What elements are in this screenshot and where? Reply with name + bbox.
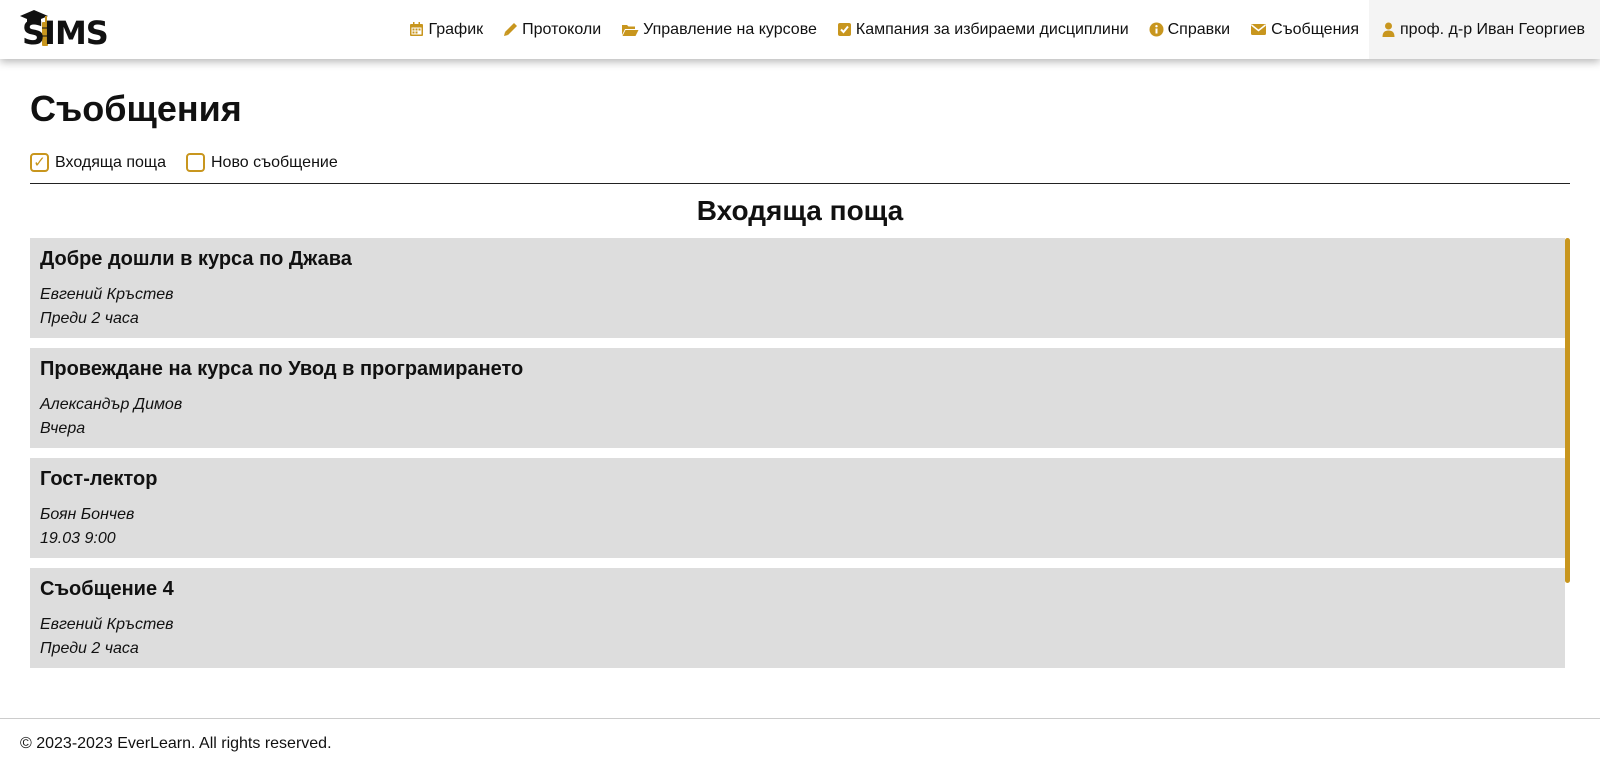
nav-item-course-management[interactable]: Управление на курсове bbox=[611, 0, 827, 59]
tab-new-message[interactable]: Ново съобщение bbox=[186, 153, 338, 172]
info-icon bbox=[1149, 22, 1164, 37]
nav-item-label: Управление на курсове bbox=[643, 20, 817, 38]
message-item[interactable]: Гост-лектор Боян Бончев 19.03 9:00 bbox=[30, 458, 1565, 558]
message-sender: Александър Димов bbox=[40, 396, 183, 413]
message-title: Гост-лектор bbox=[40, 468, 158, 490]
message-list: Добре дошли в курса по Джава Евгений Кръ… bbox=[30, 238, 1570, 668]
checked-checkbox-icon[interactable]: ✓ bbox=[30, 153, 49, 172]
tab-inbox[interactable]: ✓ Входяща поща bbox=[30, 153, 166, 172]
message-time: 19.03 9:00 bbox=[40, 530, 116, 547]
nav-item-reports[interactable]: Справки bbox=[1139, 0, 1240, 59]
nav-item-electives-campaign[interactable]: Кампания за избираеми дисциплини bbox=[827, 0, 1139, 59]
message-sender: Боян Бончев bbox=[40, 506, 135, 523]
section-title: Входяща поща bbox=[696, 195, 904, 226]
user-icon bbox=[1381, 22, 1396, 37]
sims-logo[interactable]: SIMS bbox=[18, 6, 118, 52]
top-navbar: SIMS График Протоколи Управление на курс… bbox=[0, 0, 1600, 59]
page-title: Съобщения bbox=[30, 88, 242, 129]
message-title: Провеждане на курса по Увод в програмира… bbox=[40, 358, 524, 380]
message-time: Вчера bbox=[40, 420, 86, 437]
message-time: Преди 2 часа bbox=[40, 640, 139, 657]
scrollbar-thumb[interactable] bbox=[1565, 238, 1570, 583]
nav-item-protocols[interactable]: Протоколи bbox=[493, 0, 611, 59]
nav-item-label: Кампания за избираеми дисциплини bbox=[855, 20, 1129, 38]
pencil-icon bbox=[503, 22, 518, 37]
footer: © 2023-2023 EverLearn. All rights reserv… bbox=[0, 718, 1600, 767]
nav-item-label: Съобщения bbox=[1271, 20, 1360, 38]
checkbox-icon bbox=[837, 22, 852, 37]
nav-item-label: Справки bbox=[1167, 20, 1231, 38]
nav-links: График Протоколи Управление на курсове К… bbox=[399, 0, 1600, 59]
message-sender: Евгений Кръстев bbox=[40, 616, 174, 633]
calendar-icon bbox=[409, 22, 424, 37]
envelope-icon bbox=[1250, 22, 1267, 37]
message-item[interactable]: Добре дошли в курса по Джава Евгений Кръ… bbox=[30, 238, 1565, 338]
footer-copyright: © 2023-2023 EverLearn. All rights reserv… bbox=[20, 735, 332, 752]
mail-tabs: ✓ Входяща поща Ново съобщение bbox=[30, 153, 358, 172]
divider bbox=[30, 183, 1570, 184]
tab-label: Входяща поща bbox=[55, 153, 166, 171]
nav-item-messages[interactable]: Съобщения bbox=[1240, 0, 1369, 59]
unchecked-checkbox-icon[interactable] bbox=[186, 153, 205, 172]
nav-item-label: Протоколи bbox=[522, 20, 602, 38]
message-title: Съобщение 4 bbox=[40, 578, 174, 600]
tab-label: Ново съобщение bbox=[211, 153, 338, 171]
folder-open-icon bbox=[621, 22, 639, 37]
message-item[interactable]: Провеждане на курса по Увод в програмира… bbox=[30, 348, 1565, 448]
logo-text: SIMS bbox=[22, 14, 109, 52]
profile-name: проф. д-р Иван Георгиев bbox=[1400, 20, 1585, 38]
message-sender: Евгений Кръстев bbox=[40, 286, 174, 303]
nav-item-label: График bbox=[428, 20, 484, 38]
nav-item-schedule[interactable]: График bbox=[399, 0, 493, 59]
message-time: Преди 2 часа bbox=[40, 310, 139, 327]
message-item[interactable]: Съобщение 4 Евгений Кръстев Преди 2 часа bbox=[30, 568, 1565, 668]
nav-item-profile[interactable]: проф. д-р Иван Георгиев bbox=[1369, 0, 1600, 59]
message-title: Добре дошли в курса по Джава bbox=[40, 248, 352, 270]
